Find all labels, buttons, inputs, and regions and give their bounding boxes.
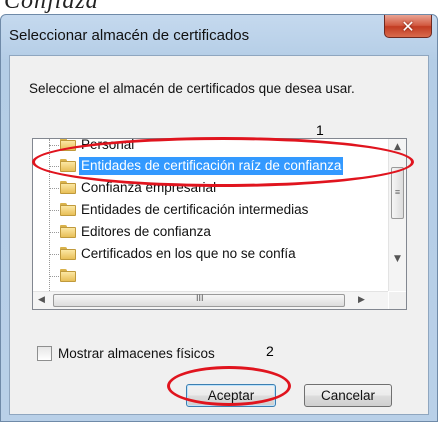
annotation-ellipse-1 xyxy=(32,137,414,187)
vertical-scroll-thumb[interactable]: ≡ xyxy=(391,167,404,219)
horizontal-scrollbar[interactable]: ◀ III ▶ xyxy=(33,291,388,309)
tree-connector xyxy=(49,254,59,255)
scroll-right-icon[interactable]: ▶ xyxy=(353,292,370,309)
dialog-title: Seleccionar almacén de certificados xyxy=(9,27,250,44)
folder-icon xyxy=(60,269,76,282)
title-bar: Seleccionar almacén de certificados ✕ xyxy=(1,15,437,55)
instruction-text: Seleccione el almacén de certificados qu… xyxy=(29,81,355,96)
tree-item-intermediate[interactable]: Entidades de certificación intermedias xyxy=(33,200,388,221)
tree-item-label: Certificados en los que no se confía xyxy=(81,246,296,261)
scroll-left-icon[interactable]: ◀ xyxy=(33,292,50,309)
dialog-content: Seleccione el almacén de certificados qu… xyxy=(9,55,429,415)
select-certificate-store-dialog: Seleccionar almacén de certificados ✕ Se… xyxy=(0,14,438,422)
tree-connector xyxy=(49,210,59,211)
scroll-corner xyxy=(389,292,406,309)
tree-connector xyxy=(49,276,59,277)
annotation-ellipse-2 xyxy=(167,366,291,406)
folder-icon xyxy=(60,225,76,238)
cancel-button[interactable]: Cancelar xyxy=(304,384,392,407)
tree-item-trusted-publishers[interactable]: Editores de confianza xyxy=(33,222,388,243)
tree-connector xyxy=(49,188,59,189)
checkbox-label: Mostrar almacenes físicos xyxy=(58,346,215,361)
close-button[interactable]: ✕ xyxy=(384,15,432,38)
annotation-marker-2: 2 xyxy=(266,343,274,359)
horizontal-scroll-thumb[interactable]: III xyxy=(53,293,345,307)
tree-item-untrusted[interactable]: Certificados en los que no se confía xyxy=(33,244,388,265)
background-caption: Conjiaza xyxy=(4,0,99,14)
folder-icon xyxy=(60,203,76,216)
scroll-down-icon[interactable]: ▼ xyxy=(389,251,406,268)
tree-connector xyxy=(49,232,59,233)
grip-icon: ≡ xyxy=(394,187,401,197)
tree-connector xyxy=(49,145,59,146)
tree-item-label: Editores de confianza xyxy=(81,224,211,239)
annotation-marker-1: 1 xyxy=(316,122,324,138)
show-physical-stores-checkbox[interactable] xyxy=(37,346,52,361)
tree-item-label: Entidades de certificación intermedias xyxy=(81,202,309,217)
tree-item-partial[interactable] xyxy=(33,266,388,287)
folder-icon xyxy=(60,181,76,194)
show-physical-stores-option[interactable]: Mostrar almacenes físicos xyxy=(37,346,215,361)
folder-icon xyxy=(60,247,76,260)
grip-icon: III xyxy=(196,293,204,303)
close-icon: ✕ xyxy=(401,16,415,36)
